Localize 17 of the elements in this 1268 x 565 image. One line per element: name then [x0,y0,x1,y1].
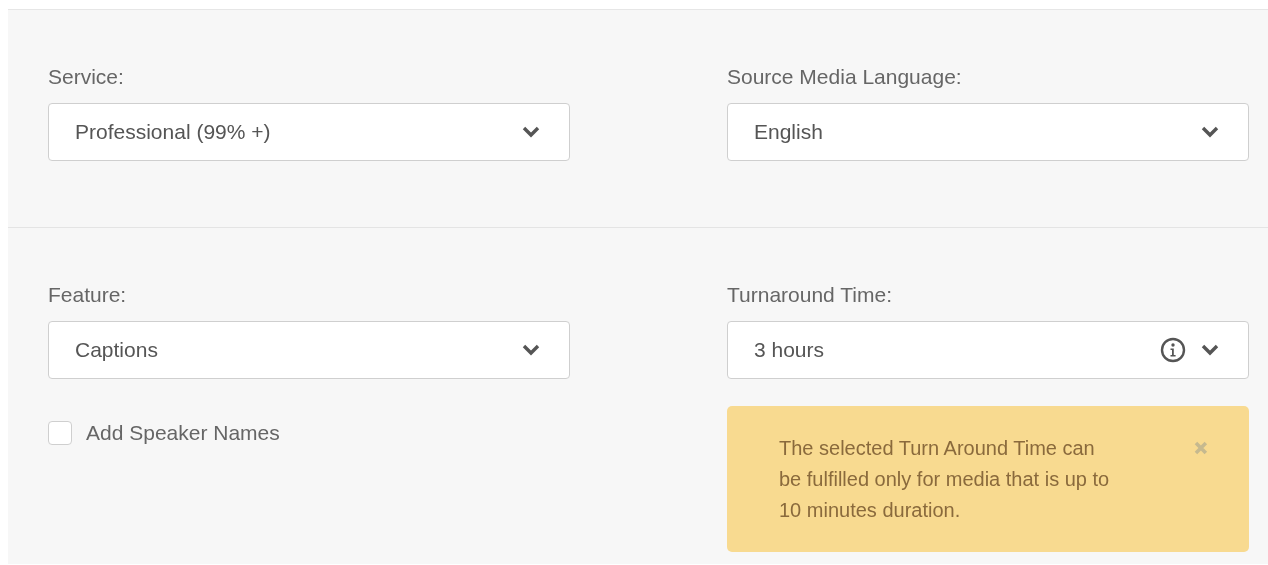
dropdown[interactable]: Professional (99% +) [48,103,570,161]
checkbox-label: Add Speaker Names [86,421,280,445]
alert-message: The selected Turn Around Time can be fulfilled only for media that is up to 10 minutes duration. [779,436,1111,523]
info-icon[interactable] [1160,337,1186,363]
close-icon[interactable] [1193,440,1209,456]
field-label: Feature: [48,283,127,307]
dropdown[interactable]: English [727,103,1249,161]
field-label: Source Media Language: [727,65,962,89]
chevron-down-icon [521,343,541,357]
field-label: Turnaround Time: [727,283,892,307]
field-label: Service: [48,65,124,89]
chevron-down-icon [521,125,541,139]
dropdown[interactable]: Captions [48,321,570,379]
checkbox[interactable] [48,421,72,445]
chevron-down-icon [1200,125,1220,139]
dropdown[interactable]: 3 hours [727,321,1249,379]
chevron-down-icon [1200,343,1220,357]
